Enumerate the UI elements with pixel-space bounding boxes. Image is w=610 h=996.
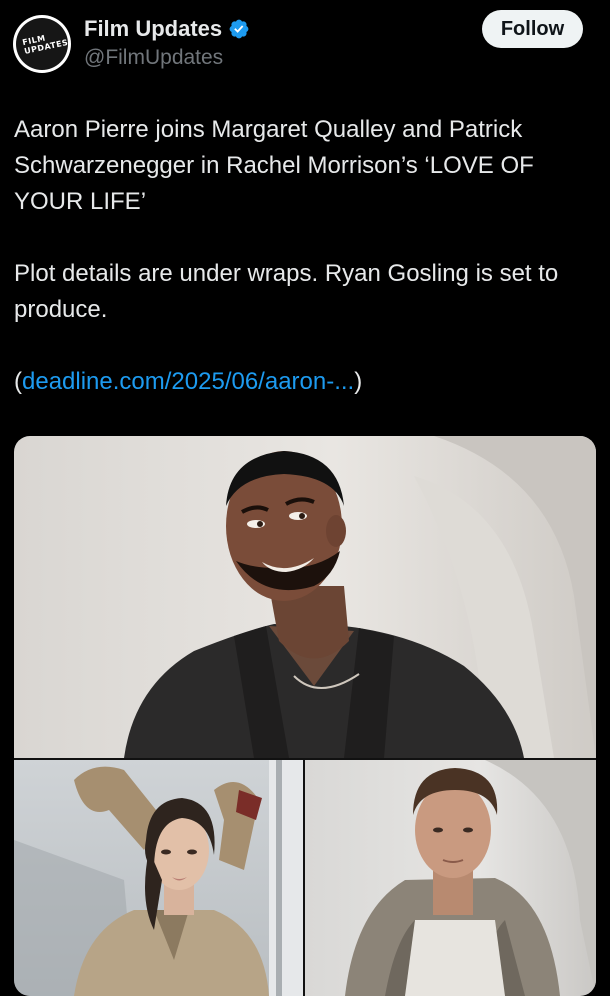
avatar-background: FILM UPDATES — [16, 18, 70, 70]
account-handle[interactable]: @FilmUpdates — [84, 46, 223, 70]
photo-margaret-qualley[interactable] — [14, 760, 303, 996]
photo-patrick-schwarzenegger[interactable] — [305, 760, 596, 996]
photo-aaron-pierre-art — [124, 436, 596, 758]
name-row: Film Updates — [84, 14, 250, 44]
avatar[interactable]: FILM UPDATES — [13, 15, 71, 73]
display-name[interactable]: Film Updates — [84, 16, 222, 42]
post-link-line: (deadline.com/2025/06/aaron-...) — [14, 364, 594, 400]
follow-button[interactable]: Follow — [482, 10, 583, 48]
photo-margaret-qualley-art — [14, 760, 303, 996]
photo-patrick-schwarzenegger-art — [345, 760, 596, 996]
link-close-paren: ) — [354, 368, 363, 395]
media-grid — [14, 436, 596, 996]
link-open-paren: ( — [14, 368, 22, 395]
post-body: Aaron Pierre joins Margaret Qualley and … — [14, 112, 594, 400]
avatar-logo-text: FILM UPDATES — [21, 33, 70, 56]
post-paragraph-2: Plot details are under wraps. Ryan Gosli… — [14, 260, 559, 323]
verified-badge-icon — [229, 19, 249, 39]
post-paragraph-1: Aaron Pierre joins Margaret Qualley and … — [14, 116, 534, 215]
post-header: FILM UPDATES Film Updates @FilmUpdates F… — [0, 0, 610, 90]
article-link[interactable]: deadline.com/2025/06/aaron-... — [22, 368, 354, 395]
photo-aaron-pierre[interactable] — [14, 436, 596, 758]
